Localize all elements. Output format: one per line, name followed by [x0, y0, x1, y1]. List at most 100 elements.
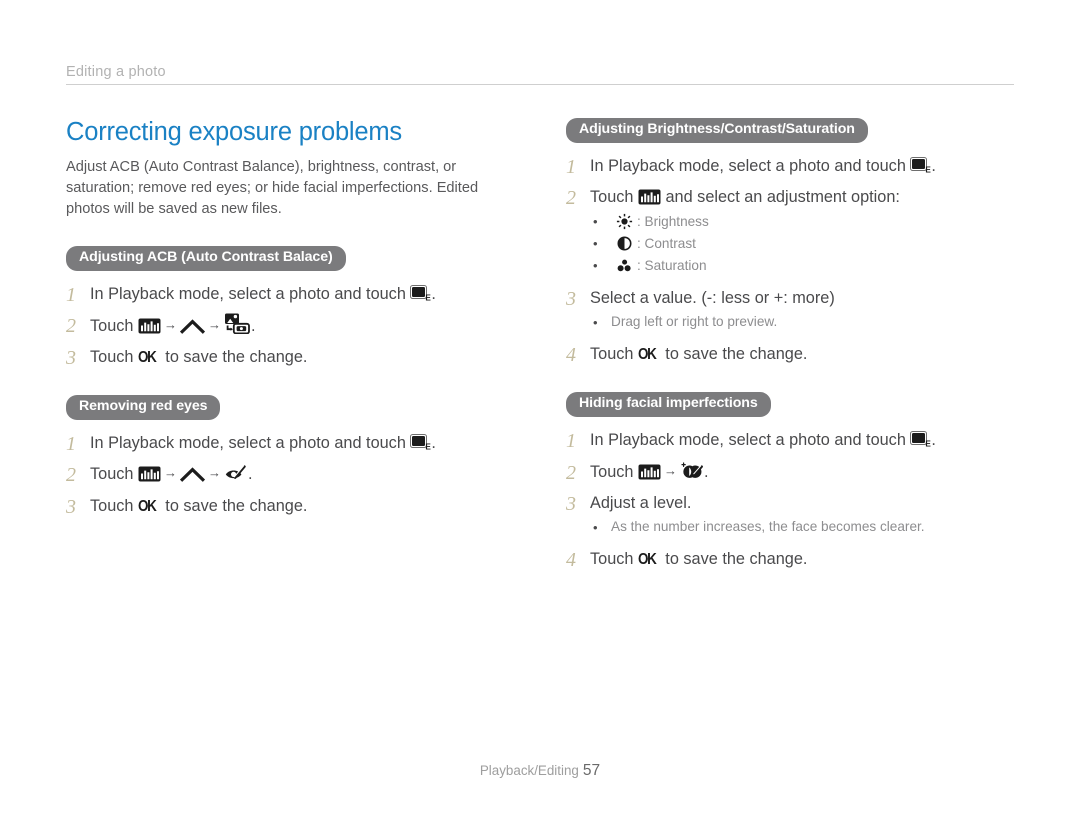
header-divider [66, 84, 1014, 85]
arrow-icon: → [663, 462, 677, 478]
step-item: 3 Touch OK to save the change. [66, 494, 521, 520]
steps-acb: 1 In Playback mode, select a photo and t… [66, 282, 521, 371]
step-text: Touch OK to save the change. [90, 345, 521, 370]
bullet-icon: • [593, 258, 598, 274]
ok-button-icon: OK [637, 551, 657, 569]
contrast-half-circle-icon [611, 236, 637, 251]
step-item: 1 In Playback mode, select a photo and t… [66, 282, 521, 308]
step-text: In Playback mode, select a photo and tou… [590, 428, 1021, 452]
step-item: 3 Touch OK to save the change. [66, 345, 521, 371]
ok-button-icon: OK [637, 346, 657, 364]
step-text: Touch and select an adjustment option: •… [590, 185, 1021, 276]
bullet-icon: • [593, 236, 598, 252]
option-label: : Brightness [637, 213, 709, 229]
arrow-icon: → [163, 317, 177, 333]
step-number: 4 [566, 344, 576, 367]
step-number: 3 [566, 287, 576, 310]
step-item: 1 In Playback mode, select a photo and t… [566, 154, 1021, 180]
step-text-pre: Touch [90, 347, 138, 366]
step-text: Touch OK to save the change. [90, 494, 521, 519]
step-text-pre: Touch [590, 188, 638, 207]
intro-paragraph: Adjust ACB (Auto Contrast Balance), brig… [66, 159, 479, 218]
list-item: • As the number increases, the face beco… [590, 516, 1021, 538]
ok-button-icon: OK [137, 348, 157, 366]
section-heading-redeye: Removing red eyes [66, 394, 521, 420]
footer-page-number: 57 [582, 762, 601, 779]
section-heading-acb: Adjusting ACB (Auto Contrast Balace) [66, 246, 521, 271]
step-text: In Playback mode, select a photo and tou… [90, 431, 521, 455]
step-number: 4 [566, 549, 576, 572]
bullet-icon: • [593, 519, 598, 535]
step-number: 2 [66, 315, 76, 338]
step-text-post: to save the change. [160, 347, 308, 366]
up-caret-icon [179, 319, 205, 335]
red-eye-removal-icon [224, 464, 248, 482]
step-text-pre: Touch [590, 462, 638, 481]
step-text-pre: Touch [90, 496, 138, 515]
step-text-post: . [431, 284, 436, 303]
steps-facial: 1 In Playback mode, select a photo and t… [566, 428, 1021, 574]
section-heading-bcs: Adjusting Brightness/Contrast/Saturation [566, 118, 1021, 143]
pill-label: Adjusting ACB (Auto Contrast Balace) [66, 246, 346, 271]
option-label: : Saturation [637, 257, 707, 273]
list-item: • : Brightness [590, 211, 1021, 233]
step-item: 3 Select a value. (-: less or +: more) •… [566, 286, 1021, 333]
step-text: Select a value. (-: less or +: more) • D… [590, 286, 1021, 333]
step-text-pre: In Playback mode, select a photo and tou… [90, 284, 411, 303]
step-number: 1 [66, 432, 76, 455]
note-text: As the number increases, the face become… [611, 519, 925, 535]
step-text-post: to save the change. [160, 496, 308, 515]
facial-notes: • As the number increases, the face beco… [590, 516, 1021, 538]
step-text: In Playback mode, select a photo and tou… [90, 282, 521, 306]
step-text-post: . [931, 431, 936, 450]
step-text: Adjust a level. • As the number increase… [590, 491, 1021, 538]
brightness-sun-icon [611, 213, 637, 230]
step-text: Touch →. [590, 460, 1021, 484]
step-item: 3 Adjust a level. • As the number increa… [566, 491, 1021, 538]
face-retouch-icon [680, 460, 704, 480]
step-number: 1 [566, 155, 576, 178]
step-text: Touch → →. [90, 462, 521, 486]
pill-label: Adjusting Brightness/Contrast/Saturation [566, 118, 868, 143]
photo-edit-mode-icon: E [910, 431, 931, 448]
ok-button-icon: OK [137, 497, 157, 515]
footer-section-label: Playback/Editing [479, 763, 579, 778]
running-header: Editing a photo [66, 64, 1014, 85]
bcs-notes: • Drag left or right to preview. [590, 311, 1021, 333]
arrow-icon: → [207, 465, 221, 481]
step-text: Touch → →. [90, 313, 521, 338]
step-text-post: . [247, 465, 253, 484]
step-item: 2 Touch and select an adjustment option:… [566, 185, 1021, 276]
step-text-post: and select an adjustment option: [660, 188, 900, 207]
bullet-icon: • [593, 314, 598, 330]
step-text-pre: Touch [90, 465, 138, 484]
step-text: Touch OK to save the change. [590, 342, 1021, 367]
arrow-icon: → [163, 465, 177, 481]
step-number: 3 [66, 495, 76, 518]
page-footer: Playback/Editing 57 [0, 762, 1080, 780]
adjustment-options-list: • : Brightness • : Contrast • : Saturati… [590, 211, 1021, 277]
bullet-icon: • [593, 214, 598, 230]
list-item: • : Saturation [590, 255, 1021, 277]
saturation-dots-icon [611, 258, 637, 273]
photo-edit-mode-icon: E [910, 156, 931, 174]
step-number: 3 [66, 346, 76, 369]
step-number: 2 [66, 464, 76, 487]
photo-edit-mode-icon: E [410, 433, 431, 451]
arrow-icon: → [207, 317, 221, 333]
list-item: • Drag left or right to preview. [590, 311, 1021, 333]
menu-histogram-icon [138, 318, 161, 334]
page-title: Correcting exposure problems [66, 118, 402, 146]
step-number: 2 [566, 187, 576, 210]
step-text-post: . [931, 156, 936, 175]
step-text-post: . [703, 462, 709, 481]
step-text-pre: In Playback mode, select a photo and tou… [90, 433, 411, 452]
step-item: 4 Touch OK to save the change. [566, 342, 1021, 368]
step-text: Touch OK to save the change. [590, 547, 1021, 572]
pill-label: Removing red eyes [66, 394, 221, 420]
step-text-pre: Touch [590, 345, 638, 364]
step-item: 1 In Playback mode, select a photo and t… [66, 431, 521, 457]
step-text-pre: Touch [90, 317, 138, 336]
step-number: 1 [566, 430, 576, 453]
step-text-post: to save the change. [660, 550, 808, 569]
